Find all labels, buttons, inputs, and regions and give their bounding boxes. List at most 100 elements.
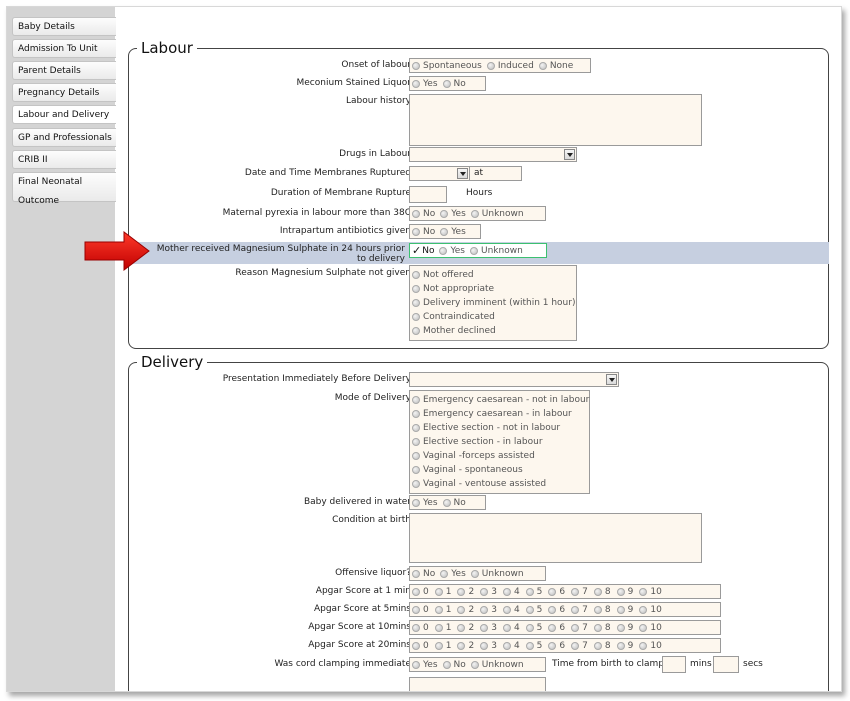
apgar20-option-9[interactable]: 9	[616, 639, 633, 653]
apgar1-option-5[interactable]: 5	[525, 585, 542, 599]
apgar10-option-7[interactable]: 7	[571, 621, 588, 635]
sidebar-item-gp-professionals[interactable]: GP and Professionals	[12, 128, 116, 147]
apgar5-option-1[interactable]: 1	[434, 603, 451, 617]
sidebar-item-labour-delivery[interactable]: Labour and Delivery	[12, 105, 116, 124]
condition-textarea[interactable]	[409, 513, 702, 563]
apgar10-option-5[interactable]: 5	[525, 621, 542, 635]
apgar10-option-8[interactable]: 8	[593, 621, 611, 635]
cord-option-unknown[interactable]: Unknown	[470, 658, 524, 672]
sidebar-item-parent-details[interactable]: Parent Details	[12, 61, 116, 80]
apgar10-option-4[interactable]: 4	[502, 621, 520, 635]
chevron-down-icon[interactable]	[606, 374, 617, 385]
apgar20-option-10[interactable]: 10	[639, 639, 662, 653]
sidebar-item-admission[interactable]: Admission To Unit	[12, 39, 116, 58]
reason-option-not-appropriate[interactable]: Not appropriate	[412, 282, 494, 296]
water-option-no[interactable]: No	[442, 496, 466, 510]
labour-history-textarea[interactable]	[409, 94, 702, 146]
apgar1-option-10[interactable]: 10	[639, 585, 662, 599]
membranes-time-input[interactable]: at	[469, 166, 522, 181]
mode-option-2[interactable]: Elective section - not in labour	[412, 421, 560, 435]
cord-option-yes[interactable]: Yes	[412, 658, 438, 672]
reason-option-contraindicated[interactable]: Contraindicated	[412, 310, 495, 324]
reason-option-mother-declined[interactable]: Mother declined	[412, 324, 496, 338]
membranes-date-select[interactable]	[409, 166, 470, 181]
apgar1-option-6[interactable]: 6	[548, 585, 565, 599]
apgar5-option-8[interactable]: 8	[593, 603, 611, 617]
onset-option-spontaneous[interactable]: Spontaneous	[412, 59, 482, 73]
magnesium-option-no[interactable]: ✓ No	[412, 244, 434, 258]
next-row-partial-field[interactable]	[409, 677, 546, 691]
apgar5-option-10[interactable]: 10	[639, 603, 662, 617]
apgar1-option-7[interactable]: 7	[571, 585, 588, 599]
apgar5-option-7[interactable]: 7	[571, 603, 588, 617]
liquor-option-yes[interactable]: Yes	[440, 567, 466, 581]
mode-option-1[interactable]: Emergency caesarean - in labour	[412, 407, 572, 421]
apgar1-option-4[interactable]: 4	[502, 585, 520, 599]
liquor-option-unknown[interactable]: Unknown	[470, 567, 524, 581]
apgar5-option-4[interactable]: 4	[502, 603, 520, 617]
sidebar-item-baby-details[interactable]: Baby Details	[12, 17, 116, 36]
pyrexia-option-no[interactable]: No	[412, 207, 435, 221]
mode-option-3[interactable]: Elective section - in labour	[412, 435, 543, 449]
duration-input[interactable]	[409, 186, 447, 203]
clamp-secs-input[interactable]	[713, 656, 739, 673]
antibiotics-option-yes[interactable]: Yes	[440, 225, 466, 239]
magnesium-option-yes[interactable]: Yes	[439, 244, 465, 258]
apgar1-option-8[interactable]: 8	[593, 585, 611, 599]
mode-option-4[interactable]: Vaginal -forceps assisted	[412, 449, 535, 463]
apgar10-option-2[interactable]: 2	[457, 621, 474, 635]
apgar20-option-0[interactable]: 0	[412, 639, 429, 653]
apgar5-option-6[interactable]: 6	[548, 603, 565, 617]
meconium-option-no[interactable]: No	[442, 77, 466, 91]
apgar5-option-label: 6	[559, 604, 566, 615]
onset-option-induced[interactable]: Induced	[486, 59, 534, 73]
apgar20-option-3[interactable]: 3	[480, 639, 497, 653]
liquor-option-no[interactable]: No	[412, 567, 435, 581]
apgar20-option-2[interactable]: 2	[457, 639, 474, 653]
apgar20-option-8[interactable]: 8	[593, 639, 611, 653]
sidebar-item-final-neonatal-outcome[interactable]: Final Neonatal Outcome	[12, 172, 116, 206]
apgar10-option-9[interactable]: 9	[616, 621, 633, 635]
sidebar-item-pregnancy-details[interactable]: Pregnancy Details	[12, 83, 116, 102]
apgar1-option-9[interactable]: 9	[616, 585, 633, 599]
chevron-down-icon[interactable]	[457, 168, 468, 179]
sidebar-item-crib-ii[interactable]: CRIB II	[12, 150, 116, 169]
meconium-option-yes[interactable]: Yes	[412, 77, 438, 91]
antibiotics-option-no[interactable]: No	[412, 225, 435, 239]
apgar20-option-5[interactable]: 5	[525, 639, 542, 653]
apgar5-option-2[interactable]: 2	[457, 603, 474, 617]
apgar10-option-10[interactable]: 10	[639, 621, 662, 635]
apgar10-option-1[interactable]: 1	[434, 621, 451, 635]
water-option-yes[interactable]: Yes	[412, 496, 438, 510]
apgar1-option-0[interactable]: 0	[412, 585, 429, 599]
chevron-down-icon[interactable]	[564, 149, 575, 160]
apgar5-option-0[interactable]: 0	[412, 603, 429, 617]
radio-icon	[412, 498, 420, 507]
clamp-mins-input[interactable]	[662, 656, 686, 673]
mode-option-0[interactable]: Emergency caesarean - not in labour	[412, 393, 589, 407]
apgar1-option-2[interactable]: 2	[457, 585, 474, 599]
apgar5-option-5[interactable]: 5	[525, 603, 542, 617]
apgar20-option-7[interactable]: 7	[571, 639, 588, 653]
apgar5-option-9[interactable]: 9	[616, 603, 633, 617]
onset-option-none[interactable]: None	[538, 59, 573, 73]
reason-option-not-offered[interactable]: Not offered	[412, 268, 474, 282]
mode-option-5[interactable]: Vaginal - spontaneous	[412, 463, 523, 477]
apgar5-option-3[interactable]: 3	[480, 603, 497, 617]
pyrexia-option-unknown[interactable]: Unknown	[470, 207, 524, 221]
magnesium-option-unknown[interactable]: Unknown	[470, 244, 523, 258]
pyrexia-option-yes[interactable]: Yes	[440, 207, 466, 221]
apgar1-option-3[interactable]: 3	[480, 585, 497, 599]
presentation-select[interactable]	[409, 372, 619, 387]
reason-option-delivery-imminent[interactable]: Delivery imminent (within 1 hour)	[412, 296, 575, 310]
cord-option-no[interactable]: No	[442, 658, 466, 672]
apgar1-option-1[interactable]: 1	[434, 585, 451, 599]
apgar10-option-3[interactable]: 3	[480, 621, 497, 635]
apgar20-option-1[interactable]: 1	[434, 639, 451, 653]
apgar10-option-0[interactable]: 0	[412, 621, 429, 635]
drugs-select[interactable]	[409, 147, 577, 162]
apgar20-option-6[interactable]: 6	[548, 639, 565, 653]
apgar10-option-6[interactable]: 6	[548, 621, 565, 635]
apgar20-option-4[interactable]: 4	[502, 639, 520, 653]
mode-option-6[interactable]: Vaginal - ventouse assisted	[412, 477, 546, 491]
